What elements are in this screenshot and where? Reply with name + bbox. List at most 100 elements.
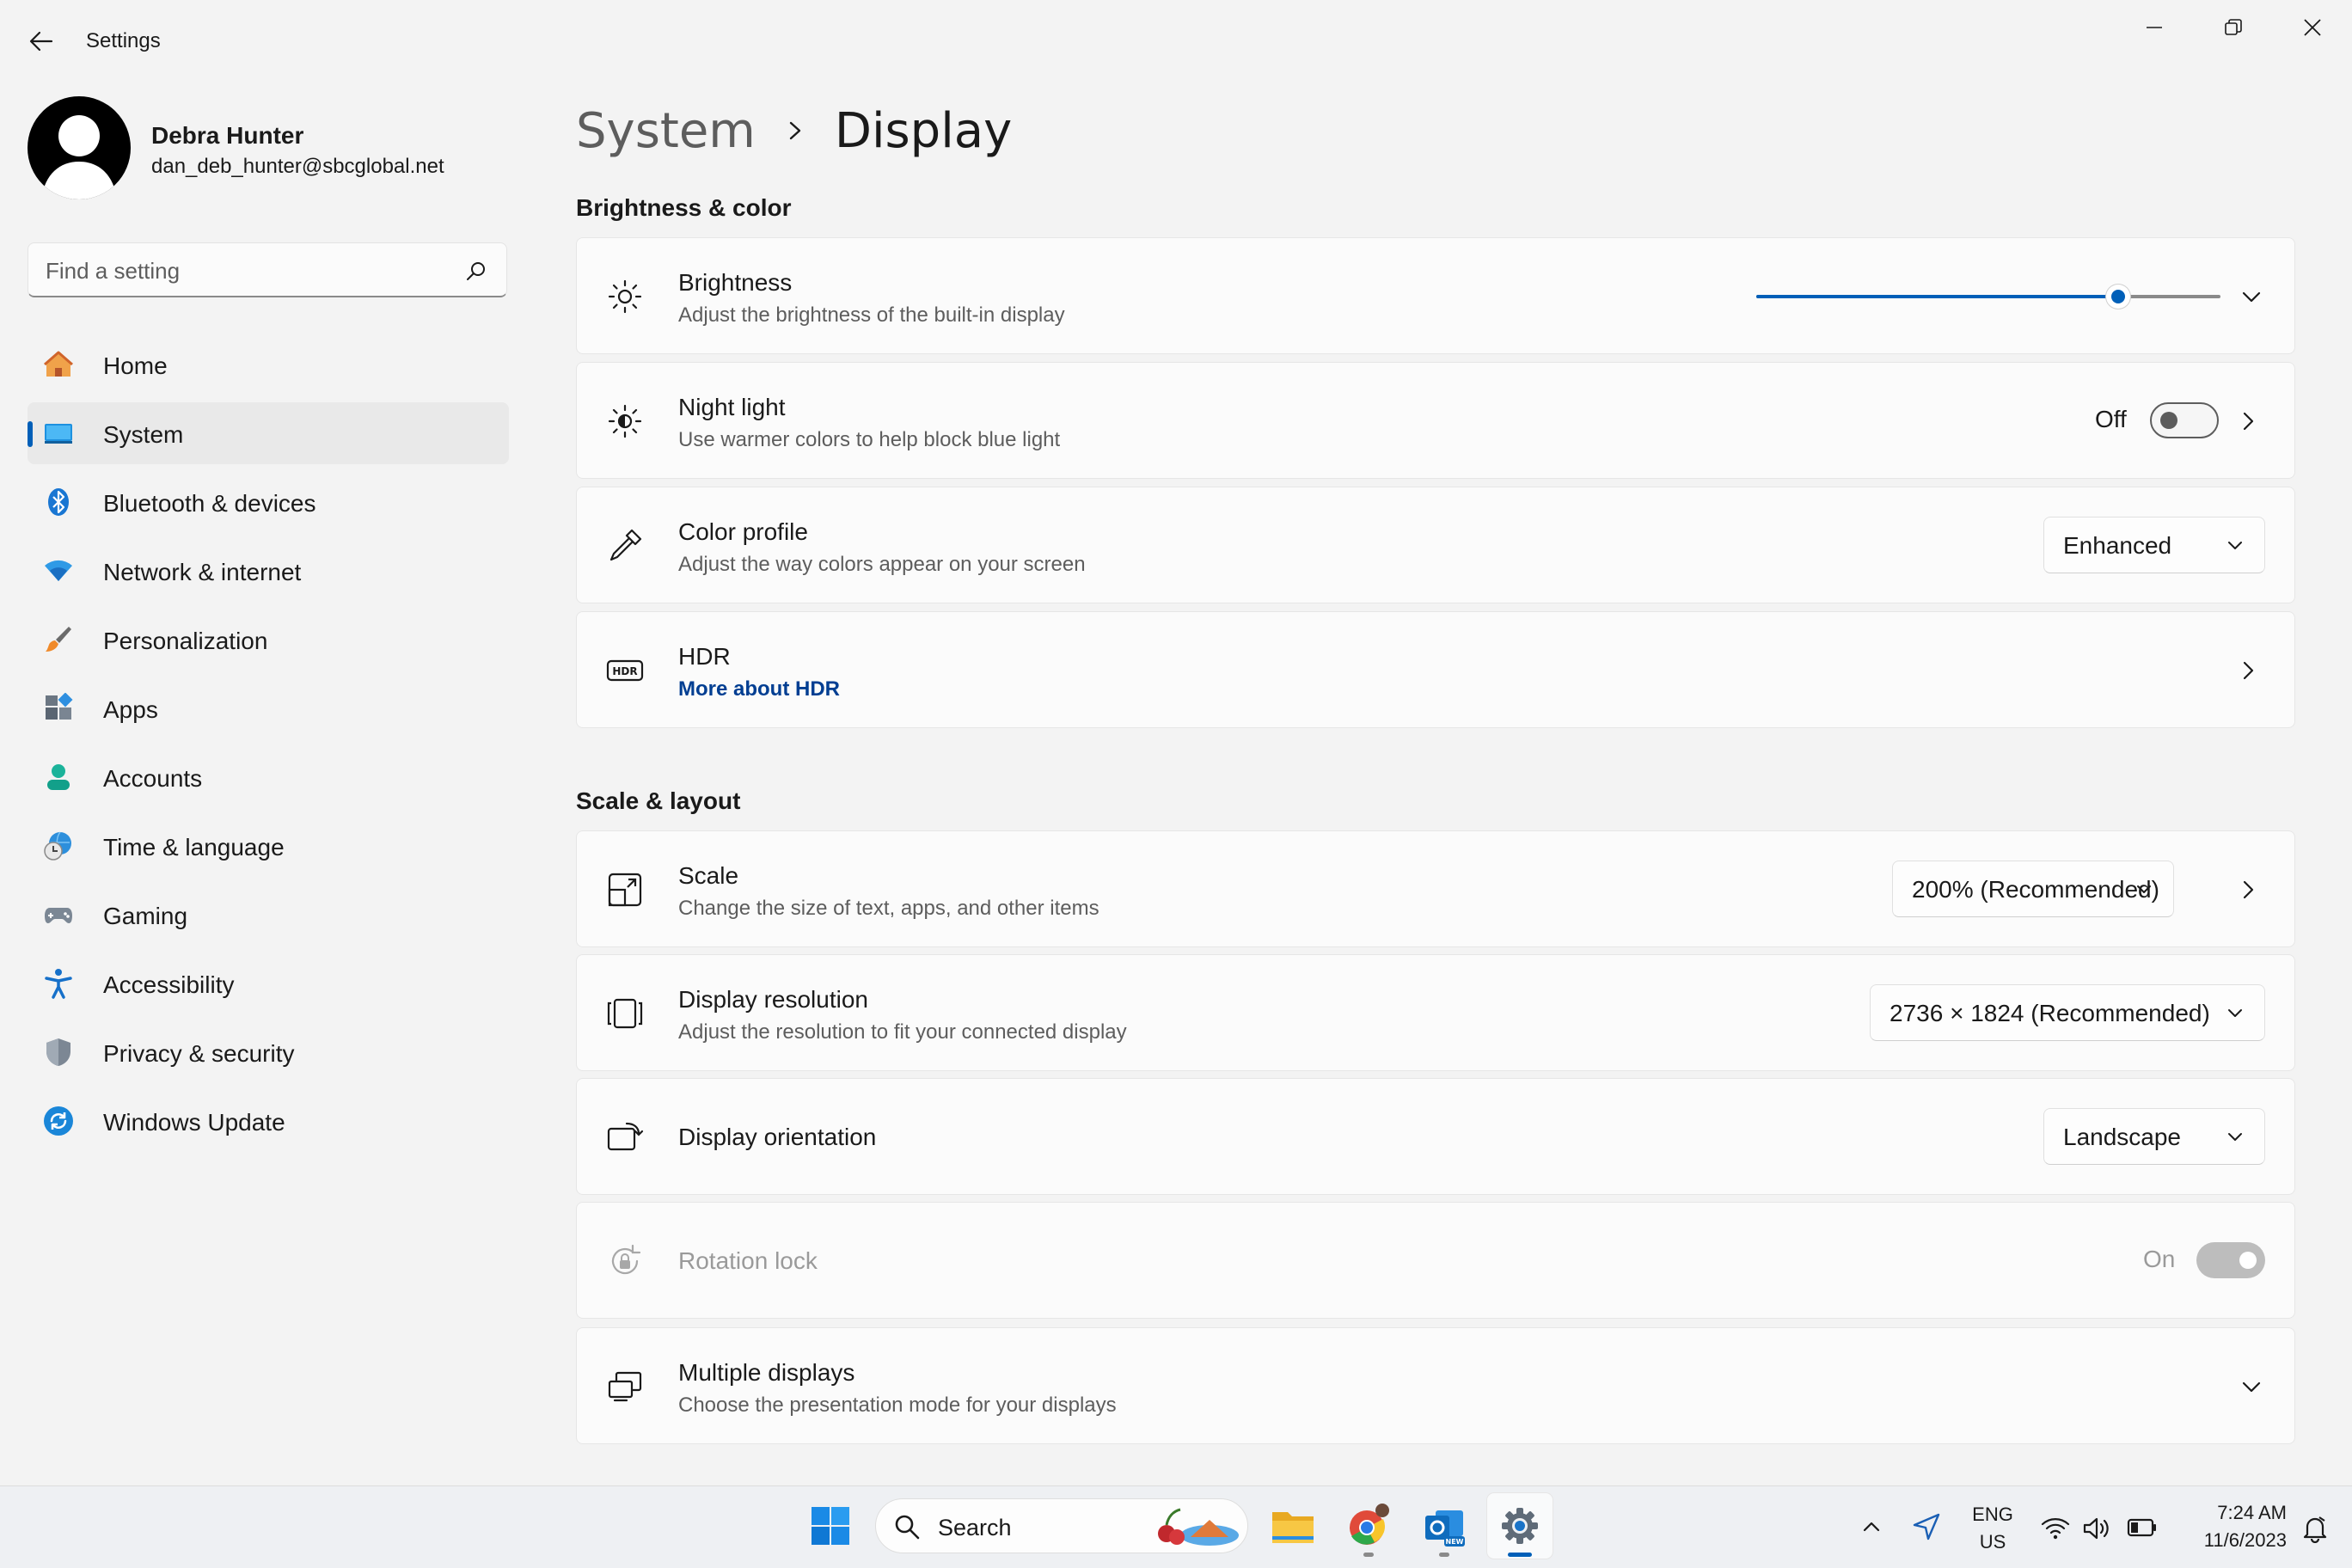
sidebar-item-network-internet[interactable]: Network & internet bbox=[28, 540, 509, 602]
multiple-displays-card[interactable]: Multiple displays Choose the presentatio… bbox=[576, 1327, 2295, 1444]
dropdown-value: Landscape bbox=[2063, 1124, 2182, 1150]
sidebar-item-label: Time & language bbox=[103, 834, 285, 861]
chevron-right-icon[interactable] bbox=[2236, 878, 2260, 902]
wifi-icon bbox=[45, 560, 72, 581]
color-profile-title: Color profile bbox=[678, 518, 808, 545]
sidebar-item-bluetooth-devices[interactable]: Bluetooth & devices bbox=[28, 471, 509, 533]
running-indicator bbox=[1439, 1553, 1449, 1557]
sidebar-item-time-language[interactable]: Time & language bbox=[28, 815, 509, 877]
accounts-icon bbox=[47, 764, 70, 790]
sidebar-item-apps[interactable]: Apps bbox=[28, 677, 509, 739]
taskbar-chrome[interactable] bbox=[1336, 1493, 1401, 1559]
sidebar-item-windows-update[interactable]: Windows Update bbox=[28, 1090, 509, 1152]
chevron-down-icon[interactable] bbox=[2239, 285, 2263, 309]
search-icon[interactable] bbox=[465, 260, 487, 283]
location-icon[interactable] bbox=[1912, 1512, 1941, 1541]
search-input[interactable] bbox=[46, 254, 450, 288]
section-title-brightness-color: Brightness & color bbox=[576, 194, 792, 221]
wifi-icon[interactable] bbox=[2041, 1516, 2070, 1540]
brightness-slider[interactable] bbox=[1756, 283, 2220, 310]
chevron-down-icon bbox=[2228, 1133, 2242, 1141]
start-button[interactable] bbox=[798, 1493, 863, 1559]
language-indicator-bottom[interactable]: US bbox=[1965, 1531, 2020, 1553]
scale-subtitle: Change the size of text, apps, and other… bbox=[678, 897, 1099, 920]
volume-icon[interactable] bbox=[2082, 1516, 2111, 1541]
scale-dropdown[interactable]: 200% (Recommended) bbox=[1892, 861, 2174, 917]
more-about-hdr-link[interactable]: More about HDR bbox=[678, 677, 840, 701]
resolution-icon bbox=[607, 998, 643, 1029]
dropdown-value: Enhanced bbox=[2063, 532, 2172, 559]
chevron-right-icon[interactable] bbox=[2236, 658, 2260, 683]
hdr-card[interactable]: HDR HDR More about HDR bbox=[576, 611, 2295, 728]
taskbar-file-explorer[interactable] bbox=[1260, 1493, 1326, 1559]
update-icon bbox=[44, 1106, 73, 1136]
chrome-icon bbox=[1350, 1504, 1389, 1545]
restore-icon bbox=[2225, 19, 2242, 35]
find-setting-search-box[interactable] bbox=[28, 242, 507, 297]
accessibility-icon bbox=[45, 969, 72, 999]
chevron-right-icon bbox=[789, 121, 801, 140]
chevron-down-icon bbox=[2228, 542, 2242, 549]
user-avatar-icon bbox=[41, 115, 117, 199]
scale-card[interactable]: Scale Change the size of text, apps, and… bbox=[576, 830, 2295, 947]
sidebar-item-label: Personalization bbox=[103, 628, 268, 654]
taskbar-search-box[interactable]: Search bbox=[875, 1498, 1248, 1553]
sidebar-item-accessibility[interactable]: Accessibility bbox=[28, 952, 509, 1014]
display-orientation-card: Display orientation Landscape bbox=[576, 1078, 2295, 1195]
sidebar-item-label: Accessibility bbox=[103, 971, 235, 998]
user-email: dan_deb_hunter@sbcglobal.net bbox=[151, 155, 444, 178]
title-bar: Settings bbox=[0, 0, 2352, 83]
sidebar-item-privacy-security[interactable]: Privacy & security bbox=[28, 1021, 509, 1083]
battery-icon[interactable] bbox=[2127, 1517, 2158, 1538]
outlook-icon: NEW bbox=[1425, 1510, 1465, 1547]
windows-logo-icon bbox=[812, 1507, 849, 1545]
show-hidden-icons-chevron-up-icon[interactable] bbox=[1860, 1516, 1883, 1538]
clock-date[interactable]: 11/6/2023 bbox=[2170, 1529, 2287, 1552]
sidebar-item-label: Bluetooth & devices bbox=[103, 490, 316, 517]
close-button[interactable] bbox=[2273, 0, 2352, 55]
sidebar-item-system[interactable]: System bbox=[28, 402, 509, 464]
active-indicator bbox=[1508, 1553, 1532, 1557]
avatar[interactable] bbox=[28, 96, 131, 199]
sidebar-nav: Home System Bluetooth & devices Network … bbox=[28, 334, 509, 1159]
taskbar-outlook[interactable]: NEW bbox=[1412, 1493, 1477, 1559]
color-profile-dropdown[interactable]: Enhanced bbox=[2043, 517, 2265, 573]
notification-bell-icon[interactable] bbox=[2300, 1514, 2330, 1543]
sidebar-item-label: Windows Update bbox=[103, 1109, 285, 1136]
sidebar-item-label: Accounts bbox=[103, 765, 203, 792]
back-button[interactable] bbox=[21, 21, 62, 62]
minimize-button[interactable] bbox=[2115, 0, 2194, 55]
restore-button[interactable] bbox=[2194, 0, 2273, 55]
sidebar-item-home[interactable]: Home bbox=[28, 334, 509, 395]
scale-title: Scale bbox=[678, 862, 739, 889]
chevron-down-icon bbox=[2137, 885, 2151, 893]
night-light-card[interactable]: Night light Use warmer colors to help bl… bbox=[576, 362, 2295, 479]
chevron-down-icon[interactable] bbox=[2239, 1375, 2263, 1399]
sidebar-item-accounts[interactable]: Accounts bbox=[28, 746, 509, 808]
dropdown-value: 2736 × 1824 (Recommended) bbox=[1890, 1000, 2210, 1026]
rotation-lock-toggle[interactable] bbox=[2196, 1242, 2265, 1278]
svg-text:NEW: NEW bbox=[1446, 1538, 1464, 1546]
rotation-lock-title: Rotation lock bbox=[678, 1247, 818, 1274]
language-indicator-top[interactable]: ENG bbox=[1965, 1504, 2020, 1526]
display-orientation-dropdown[interactable]: Landscape bbox=[2043, 1108, 2265, 1165]
slider-thumb[interactable] bbox=[2106, 285, 2131, 309]
dropdown-value: 200% (Recommended) bbox=[1912, 876, 2159, 903]
rotation-lock-card: Rotation lock On bbox=[576, 1202, 2295, 1319]
app-title: Settings bbox=[86, 29, 161, 52]
display-resolution-dropdown[interactable]: 2736 × 1824 (Recommended) bbox=[1870, 984, 2265, 1041]
sidebar-item-gaming[interactable]: Gaming bbox=[28, 884, 509, 946]
taskbar-settings[interactable] bbox=[1487, 1493, 1553, 1559]
color-profile-subtitle: Adjust the way colors appear on your scr… bbox=[678, 553, 1086, 576]
night-light-toggle[interactable] bbox=[2150, 402, 2219, 438]
sidebar-item-label: Network & internet bbox=[103, 559, 302, 585]
clock-time[interactable]: 7:24 AM bbox=[2170, 1502, 2287, 1524]
bluetooth-icon bbox=[48, 488, 69, 516]
brightness-title: Brightness bbox=[678, 269, 793, 296]
chevron-right-icon[interactable] bbox=[2236, 409, 2260, 433]
system-icon bbox=[45, 424, 72, 444]
breadcrumb-parent-link[interactable]: System bbox=[576, 103, 756, 159]
night-light-title: Night light bbox=[678, 394, 786, 420]
sidebar-item-personalization[interactable]: Personalization bbox=[28, 609, 509, 671]
toggle-knob bbox=[2160, 412, 2177, 429]
